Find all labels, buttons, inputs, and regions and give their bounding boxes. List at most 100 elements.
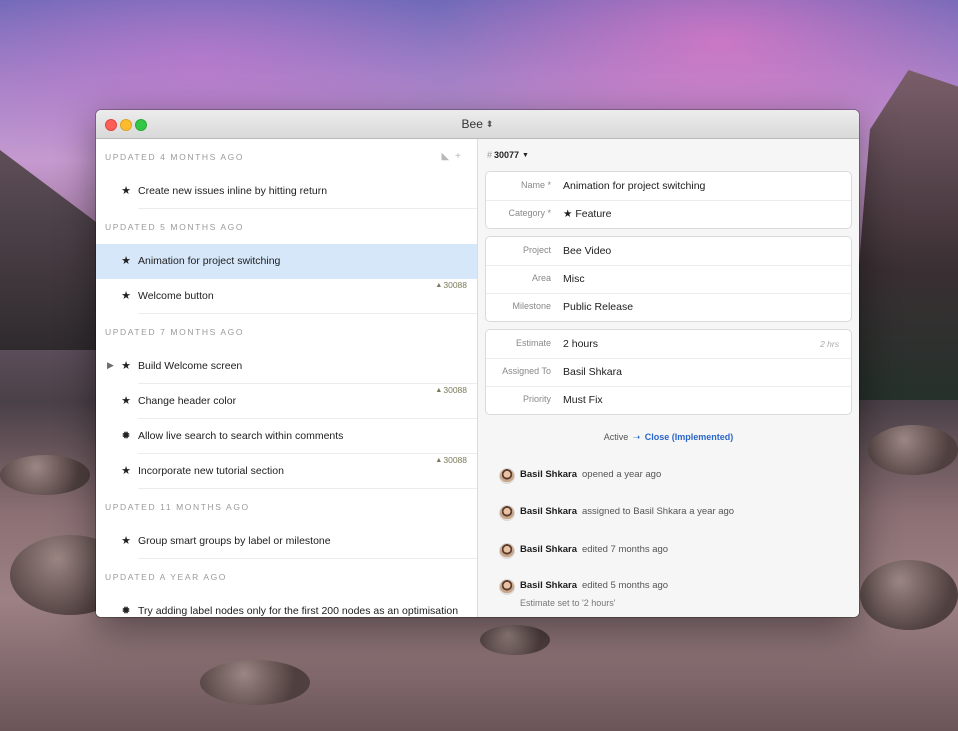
issue-list[interactable]: UPDATED 4 MONTHS AGO ◣+ ★ Create new issues… (96, 139, 478, 617)
activity-text: edited 5 months ago (582, 580, 669, 591)
activity-detail: Estimate set to '2 hours' (520, 598, 616, 608)
activity-author[interactable]: Basil Shkara (520, 544, 577, 555)
issue-title: Try adding label nodes only for the firs… (138, 605, 459, 617)
star-icon: ★ (121, 255, 131, 267)
app-window: Bee ⬍ UPDATED 4 MONTHS AGO ◣+ ★ Create new i… (96, 110, 859, 617)
field-value[interactable]: ★ Feature (563, 208, 612, 220)
issue-title: Build Welcome screen (138, 360, 243, 372)
issue-row[interactable]: ✹ Try adding label nodes only for the fir… (96, 594, 477, 617)
field-label: Assigned To (502, 366, 551, 376)
related-issue-number: 30088 (443, 455, 467, 465)
field-value[interactable]: Must Fix (563, 394, 603, 406)
issue-row[interactable]: ★ Animation for project switching (96, 244, 477, 279)
field-row[interactable]: Milestone Public Release (486, 293, 851, 321)
issue-row[interactable]: ★ Incorporate new tutorial section ▲30088 (96, 454, 477, 489)
related-issue-ref: ▲30088 (435, 280, 467, 290)
field-divider (486, 358, 851, 359)
activity-entry: Basil Shkara opened a year ago (499, 468, 859, 488)
triangle-up-icon: ▲ (435, 457, 443, 464)
header-actions: ◣+ (441, 139, 467, 175)
field-row[interactable]: Priority Must Fix (486, 386, 851, 414)
field-group: Name * Animation for project switching Cat… (485, 171, 852, 229)
activity-text: edited 7 months ago (582, 544, 669, 555)
activity-entry: Basil Shkara edited 7 months ago (499, 543, 859, 563)
issue-title: Welcome button (138, 290, 214, 302)
activity-author[interactable]: Basil Shkara (520, 580, 577, 591)
field-value[interactable]: Public Release (563, 301, 633, 313)
issue-title: Incorporate new tutorial section (138, 465, 284, 477)
status-line: Active ➝ Close (Implemented) (478, 432, 859, 443)
field-label: Priority (522, 394, 551, 404)
desktop-rock (480, 625, 550, 655)
field-value[interactable]: Animation for project switching (563, 180, 705, 192)
bug-icon: ✹ (121, 430, 131, 442)
close-implemented-button[interactable]: Close (Implemented) (645, 432, 734, 442)
status-current: Active (603, 432, 629, 442)
section-header-label: UPDATED A YEAR AGO (105, 572, 228, 582)
field-row[interactable]: Area Misc (486, 265, 851, 293)
field-row[interactable]: Category * ★ Feature (486, 200, 851, 228)
related-issue-number: 30088 (443, 280, 467, 290)
titlebar[interactable]: Bee ⬍ (96, 110, 859, 139)
field-label: Category * (508, 208, 551, 218)
issue-row[interactable]: ★ Group smart groups by label or mileston… (96, 524, 477, 559)
triangle-up-icon: ▲ (435, 387, 443, 394)
section-header: UPDATED 5 MONTHS AGO (96, 209, 477, 244)
add-issue-icon[interactable]: + (455, 151, 467, 162)
window-title-label: Bee (461, 117, 483, 131)
field-label: Estimate (515, 338, 551, 348)
desktop-rock (868, 425, 958, 475)
disclosure-triangle-icon[interactable]: ▶ (107, 360, 114, 371)
star-icon: ★ (121, 395, 131, 407)
issue-title: Change header color (138, 395, 237, 407)
activity-text: opened a year ago (582, 469, 662, 480)
activity-author[interactable]: Basil Shkara (520, 506, 577, 517)
field-row[interactable]: Assigned To Basil Shkara (486, 358, 851, 386)
issue-title: Group smart groups by label or milestone (138, 535, 331, 547)
field-label: Name * (520, 180, 551, 190)
bug-icon: ✹ (121, 605, 131, 617)
field-value[interactable]: Misc (563, 273, 585, 285)
issue-title: Allow live search to search within comme… (138, 430, 344, 442)
field-value[interactable]: 2 hours (563, 338, 598, 350)
field-row[interactable]: Project Bee Video (486, 237, 851, 265)
section-header-label: UPDATED 11 MONTHS AGO (105, 502, 250, 512)
sort-icon[interactable]: ◣ (441, 151, 455, 162)
section-header-label: UPDATED 4 MONTHS AGO (105, 152, 245, 162)
field-value[interactable]: Bee Video (563, 245, 611, 257)
issue-row[interactable]: ★ Create new issues inline by hitting ret… (96, 174, 477, 209)
related-issue-ref: ▲30088 (435, 455, 467, 465)
avatar (499, 505, 515, 521)
star-icon: ★ (121, 360, 131, 372)
issue-id-selector[interactable]: #30077 ▼ (487, 150, 529, 160)
related-issue-number: 30088 (443, 385, 467, 395)
section-header-label: UPDATED 5 MONTHS AGO (105, 222, 245, 232)
issue-id: 30077 (494, 150, 520, 160)
field-row[interactable]: Name * Animation for project switching (486, 172, 851, 200)
avatar (499, 543, 515, 559)
issue-row[interactable]: ▶ ★ Build Welcome screen (96, 349, 477, 384)
section-header: UPDATED 7 MONTHS AGO (96, 314, 477, 349)
field-group: Project Bee Video Area Misc Milestone Public … (485, 236, 852, 322)
field-group: Estimate 2 hours 2 hrs Assigned To Basil Shk… (485, 329, 852, 415)
related-issue-ref: ▲30088 (435, 385, 467, 395)
issue-row[interactable]: ★ Welcome button ▲30088 (96, 279, 477, 314)
section-header: UPDATED A YEAR AGO (96, 559, 477, 594)
field-value[interactable]: Basil Shkara (563, 366, 622, 378)
activity-entry: Basil Shkara edited 5 months ago Estimate … (499, 579, 859, 608)
window-title[interactable]: Bee ⬍ (96, 117, 859, 131)
star-icon: ★ (121, 535, 131, 547)
updown-chevron-icon: ⬍ (485, 119, 494, 129)
desktop-rock (200, 660, 310, 705)
field-row[interactable]: Estimate 2 hours 2 hrs (486, 330, 851, 358)
field-hint: 2 hrs (820, 339, 839, 349)
field-label: Milestone (512, 301, 551, 311)
issue-row[interactable]: ✹ Allow live search to search within comm… (96, 419, 477, 454)
star-icon: ★ (121, 465, 131, 477)
activity-text: assigned to Basil Shkara a year ago (582, 506, 735, 517)
section-header: UPDATED 11 MONTHS AGO (96, 489, 477, 524)
issue-title: Animation for project switching (138, 255, 281, 267)
activity-author[interactable]: Basil Shkara (520, 469, 577, 480)
caret-down-icon: ▼ (522, 152, 529, 159)
issue-row[interactable]: ★ Change header color ▲30088 (96, 384, 477, 419)
